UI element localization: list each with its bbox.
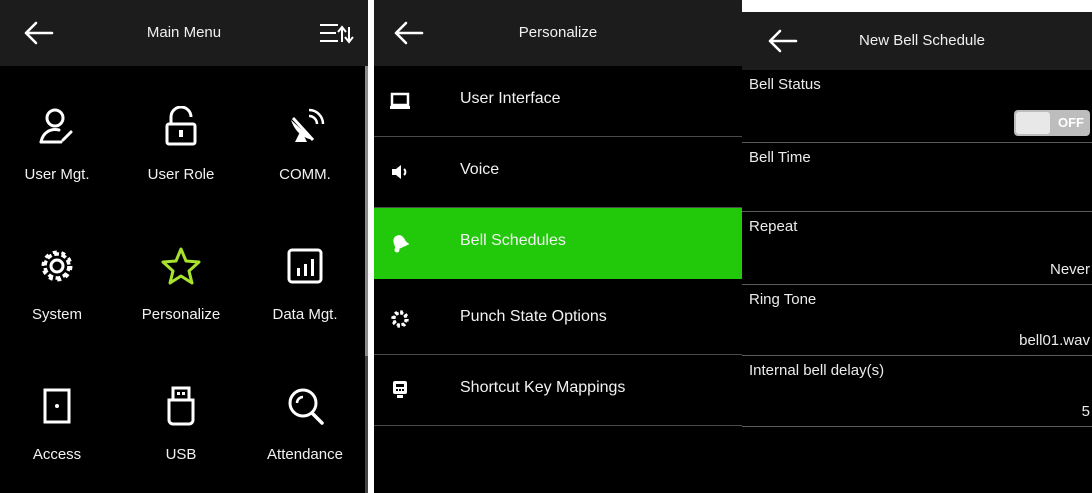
bell-schedule-title: New Bell Schedule xyxy=(859,32,985,49)
internal-bell-delay-value: 5 xyxy=(1081,403,1090,420)
list-item-shortcut-key-mappings[interactable]: Shortcut Key Mappings xyxy=(374,355,742,426)
main-menu-header: Main Menu xyxy=(0,0,368,66)
menu-item-label: COMM. xyxy=(279,166,331,183)
monitor-icon xyxy=(390,92,410,109)
main-menu-scrollbar[interactable] xyxy=(365,66,368,493)
main-menu-title: Main Menu xyxy=(146,24,222,41)
main-menu-screen: Main Menu User Mgt. User Role COMM. Syst… xyxy=(0,0,368,493)
bell-icon xyxy=(393,235,410,253)
user-mgt-icon xyxy=(39,108,73,144)
menu-item-label: User Role xyxy=(147,166,215,183)
list-item-label: Punch State Options xyxy=(460,308,607,325)
repeat-value: Never xyxy=(1049,261,1090,278)
ring-tone-value: bell01.wav xyxy=(1019,332,1090,349)
scrollbar-thumb[interactable] xyxy=(365,66,368,356)
menu-item-label: User Mgt. xyxy=(24,166,90,183)
toggle-knob xyxy=(1016,112,1050,134)
menu-item-access[interactable]: Access xyxy=(2,366,112,476)
menu-item-personalize[interactable]: Personalize xyxy=(126,226,236,336)
bell-time-label: Bell Time xyxy=(749,149,811,166)
menu-item-data-mgt[interactable]: Data Mgt. xyxy=(250,226,360,336)
menu-item-user-role[interactable]: User Role xyxy=(126,86,236,196)
toggle-state-text: OFF xyxy=(1058,115,1084,130)
list-item-label: User Interface xyxy=(460,90,561,107)
door-icon xyxy=(43,388,71,424)
menu-item-system[interactable]: System xyxy=(2,226,112,336)
internal-bell-delay-row[interactable]: Internal bell delay(s) 5 xyxy=(742,356,1092,427)
magnifier-icon xyxy=(288,388,324,425)
usb-icon xyxy=(167,386,195,426)
list-item-label: Bell Schedules xyxy=(460,232,566,249)
personalize-header: Personalize xyxy=(374,0,742,66)
list-item-bell-schedules[interactable]: Bell Schedules xyxy=(374,208,742,279)
bell-time-row[interactable]: Bell Time xyxy=(742,143,1092,212)
gear-icon xyxy=(391,310,409,328)
repeat-label: Repeat xyxy=(749,218,798,235)
gear-icon xyxy=(41,250,73,282)
list-item-label: Voice xyxy=(460,161,500,178)
satellite-dish-icon xyxy=(291,108,325,142)
ring-tone-row[interactable]: Ring Tone bell01.wav xyxy=(742,285,1092,356)
ring-tone-label: Ring Tone xyxy=(749,291,817,308)
list-item-voice[interactable]: Voice xyxy=(374,137,742,208)
bell-status-toggle[interactable]: OFF xyxy=(1014,110,1090,136)
bell-schedule-header: New Bell Schedule xyxy=(742,12,1092,70)
repeat-row[interactable]: Repeat Never xyxy=(742,212,1092,285)
menu-item-usb[interactable]: USB xyxy=(126,366,236,476)
menu-item-label: Attendance xyxy=(267,446,343,463)
list-item-user-interface[interactable]: User Interface xyxy=(374,66,742,137)
star-icon xyxy=(161,247,201,285)
menu-item-label: Access xyxy=(32,446,82,463)
new-bell-schedule-screen: New Bell Schedule Bell Status OFF Bell T… xyxy=(742,12,1092,493)
lock-icon xyxy=(165,106,197,146)
bell-status-label: Bell Status xyxy=(749,76,821,93)
chart-icon xyxy=(287,248,323,284)
internal-bell-delay-label: Internal bell delay(s) xyxy=(749,362,885,379)
speaker-icon xyxy=(392,165,407,179)
sort-menu-icon[interactable] xyxy=(318,22,354,46)
menu-item-label: USB xyxy=(165,446,197,463)
menu-item-user-mgt[interactable]: User Mgt. xyxy=(2,86,112,196)
menu-item-comm[interactable]: COMM. xyxy=(250,86,360,196)
menu-item-attendance[interactable]: Attendance xyxy=(250,366,360,476)
menu-item-label: Data Mgt. xyxy=(272,306,338,323)
menu-item-label: Personalize xyxy=(141,306,221,323)
personalize-screen: Personalize User Interface Voice Bell Sc… xyxy=(374,0,742,493)
bell-status-row[interactable]: Bell Status OFF xyxy=(742,70,1092,143)
menu-item-label: System xyxy=(31,306,82,323)
personalize-title: Personalize xyxy=(518,24,598,41)
list-item-punch-state-options[interactable]: Punch State Options xyxy=(374,284,742,355)
list-item-label: Shortcut Key Mappings xyxy=(460,379,626,396)
keypad-icon xyxy=(393,381,407,398)
